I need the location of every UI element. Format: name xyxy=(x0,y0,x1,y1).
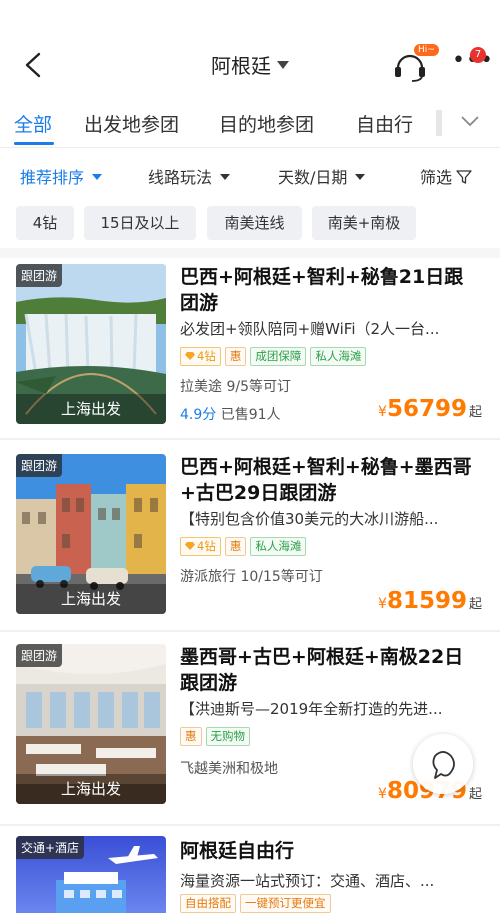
rating-score: 4.9分 xyxy=(180,407,217,423)
supplier-info: 拉美途 9/5等可订 xyxy=(180,379,291,395)
chip-15-days-plus[interactable]: 15日及以上 xyxy=(84,206,196,240)
product-badges: 自由搭配 一键预订更便宜 xyxy=(180,894,335,913)
product-image-cruise: 跟团游 上海出发 xyxy=(16,644,166,804)
chip-4-diamond[interactable]: 4钻 xyxy=(16,206,74,240)
filter-days-label: 天数/日期 xyxy=(278,168,348,187)
chat-bubble-icon xyxy=(432,751,455,779)
rating-sales: 4.9分 已售91人 xyxy=(180,404,281,424)
card-divider xyxy=(0,438,500,440)
product-type-tag: 跟团游 xyxy=(16,454,63,477)
dropdown-triangle-icon xyxy=(355,174,366,180)
product-type-tag: 跟团游 xyxy=(16,644,63,667)
price-suffix: 起 xyxy=(468,405,482,420)
product-image-havana: 跟团游 上海出发 xyxy=(16,454,166,614)
currency-symbol: ¥ xyxy=(378,404,387,420)
currency-symbol: ¥ xyxy=(378,596,387,612)
supplier-info: 游派旅行 10/15等可订 xyxy=(180,569,323,585)
top-nav-bar: 阿根廷 Hi~ ••• 7 xyxy=(0,0,500,98)
tab-departure-group[interactable]: 出发地参团 xyxy=(84,110,179,137)
no-shopping-badge: 无购物 xyxy=(205,727,250,746)
filter-screen-label: 筛选 xyxy=(420,168,453,187)
departure-city: 上海出发 xyxy=(16,584,166,614)
product-type-tag: 交通+酒店 xyxy=(16,836,85,859)
departure-city: 上海出发 xyxy=(16,394,166,424)
card-divider xyxy=(0,824,500,826)
product-image-waterfall: 跟团游 上海出发 xyxy=(16,264,166,424)
filter-screen[interactable]: 筛选 xyxy=(420,164,472,188)
product-card[interactable]: 跟团游 上海出发 巴西+阿根廷+智利+秘鲁+墨西哥+古巴29日跟团游 【特别包含… xyxy=(0,448,500,630)
card-divider xyxy=(0,630,500,632)
supplier-info: 飞越美洲和极地 xyxy=(180,761,278,777)
diamond-icon xyxy=(185,352,195,360)
page-title: 阿根廷 xyxy=(211,54,271,78)
price-suffix: 起 xyxy=(468,597,482,612)
product-badges: 4钻惠成团保障 私人海滩 xyxy=(180,347,370,367)
price: ¥56799 起 xyxy=(378,396,482,422)
filter-route-label: 线路玩法 xyxy=(148,168,213,187)
active-tab-indicator xyxy=(14,142,54,145)
product-card[interactable]: 交通+酒店 阿根廷自由行 海量资源一站式预订：交通、酒店、... 自由搭配 一键预… xyxy=(0,832,500,913)
flexible-badge: 自由搭配 xyxy=(180,894,236,913)
product-subtitle: 【特别包含价值30美元的大冰川游船... xyxy=(180,510,439,528)
sold-count: 已售91人 xyxy=(220,407,281,423)
product-image-flight-hotel: 交通+酒店 xyxy=(16,836,166,913)
filter-bar: 推荐排序 线路玩法 天数/日期 筛选 xyxy=(0,150,500,196)
filter-days-date[interactable]: 天数/日期 xyxy=(278,164,366,188)
price-value: 56799 xyxy=(386,396,467,422)
product-title: 巴西+阿根廷+智利+秘鲁+墨西哥+古巴29日跟团游 xyxy=(180,456,472,504)
product-subtitle: 【洪迪斯号—2019年全新打造的先进... xyxy=(180,700,443,718)
discount-badge: 惠 xyxy=(224,537,247,556)
currency-symbol: ¥ xyxy=(378,786,387,802)
caret-down-icon xyxy=(277,61,289,69)
diamond-badge: 4钻 xyxy=(180,347,221,366)
service-hi-badge: Hi~ xyxy=(414,44,439,56)
diamond-badge: 4钻 xyxy=(180,537,221,556)
tab-independent-travel[interactable]: 自由行 xyxy=(356,110,413,137)
product-title: 墨西哥+古巴+阿根廷+南极22日跟团游 xyxy=(180,646,464,694)
product-subtitle: 必发团+领队陪同+赠WiFi（2人一台... xyxy=(180,320,440,338)
product-badges: 惠无购物 xyxy=(180,727,254,747)
chevron-down-icon[interactable] xyxy=(460,114,480,128)
funnel-icon xyxy=(456,170,472,184)
product-title: 巴西+阿根廷+智利+秘鲁21日跟团游 xyxy=(180,266,464,314)
dropdown-triangle-icon xyxy=(220,174,231,180)
feature-badge: 私人海滩 xyxy=(250,537,307,556)
discount-badge: 惠 xyxy=(224,347,247,366)
category-tabs: 全部 出发地参团 目的地参团 自由行 xyxy=(0,98,500,148)
product-subtitle: 海量资源一站式预订：交通、酒店、... xyxy=(180,872,435,890)
diamond-icon xyxy=(185,542,195,550)
departure-city: 上海出发 xyxy=(16,774,166,804)
dropdown-triangle-icon xyxy=(92,174,103,180)
chip-south-america-antarctica[interactable]: 南美+南极 xyxy=(312,206,416,240)
tab-all[interactable]: 全部 xyxy=(14,110,52,137)
chip-south-america-route[interactable]: 南美连线 xyxy=(207,206,302,240)
filter-route-type[interactable]: 线路玩法 xyxy=(148,164,231,188)
floating-assistant-button[interactable] xyxy=(413,734,473,794)
product-card[interactable]: 跟团游 上海出发 墨西哥+古巴+阿根廷+南极22日跟团游 【洪迪斯号—2019年… xyxy=(0,638,500,824)
filter-sort[interactable]: 推荐排序 xyxy=(20,164,103,188)
product-badges: 4钻惠私人海滩 xyxy=(180,537,310,557)
diamond-badge-label: 4钻 xyxy=(197,349,216,363)
tab-scroll-divider xyxy=(436,110,442,136)
price: ¥81599 起 xyxy=(378,588,482,614)
tab-destination-group[interactable]: 目的地参团 xyxy=(219,110,314,137)
product-title: 阿根廷自由行 xyxy=(180,840,295,862)
discount-badge: 惠 xyxy=(180,727,202,746)
filter-sort-label: 推荐排序 xyxy=(20,168,85,187)
price-value: 81599 xyxy=(386,588,467,614)
product-card[interactable]: 跟团游 上海出发 巴西+阿根廷+智利+秘鲁21日跟团游 必发团+领队陪同+赠Wi… xyxy=(0,258,500,438)
guarantee-badge: 成团保障 xyxy=(250,347,307,366)
feature-badge: 私人海滩 xyxy=(310,347,367,366)
diamond-badge-label: 4钻 xyxy=(197,539,216,553)
product-type-tag: 跟团游 xyxy=(16,264,63,287)
message-count-badge: 7 xyxy=(470,47,486,63)
one-click-badge: 一键预订更便宜 xyxy=(240,894,331,913)
section-separator xyxy=(0,248,500,258)
